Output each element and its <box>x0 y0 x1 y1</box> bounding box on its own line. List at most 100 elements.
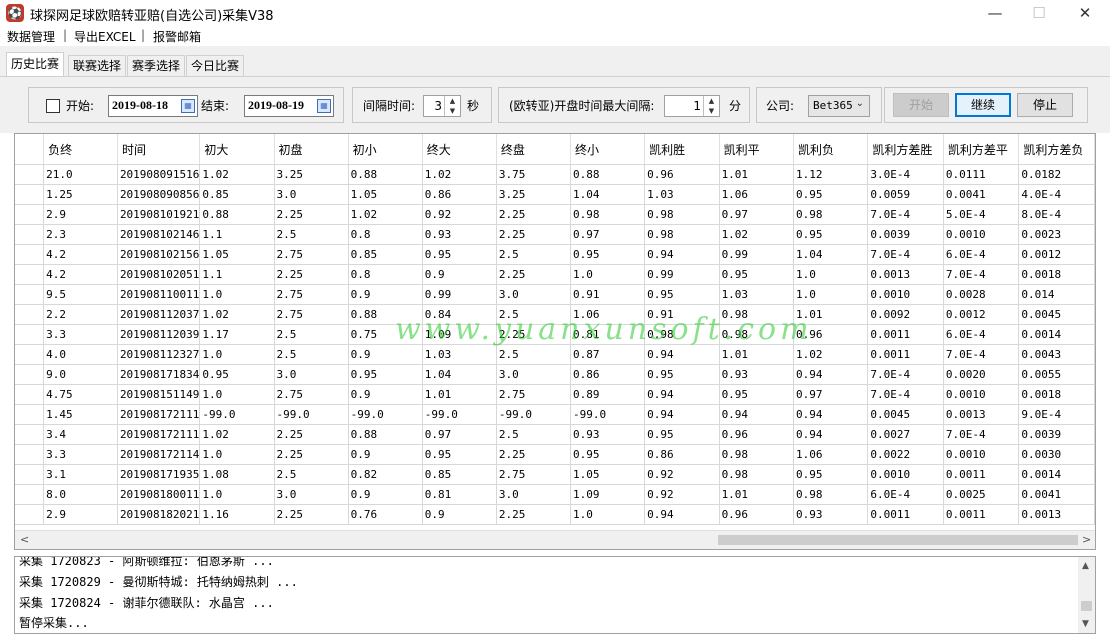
table-cell[interactable]: 0.9 <box>348 284 423 305</box>
table-row[interactable]: 21.0 201908091516 1.02 3.25 0.88 1.02 3.75 0.88… <box>15 164 1095 185</box>
table-cell[interactable]: 2.25 <box>496 264 572 285</box>
row-header[interactable] <box>15 224 45 245</box>
table-cell[interactable]: 1.17 <box>199 324 275 345</box>
table-cell[interactable]: 0.0059 <box>867 184 944 205</box>
table-cell[interactable]: 201908172111 <box>117 424 201 445</box>
column-header[interactable]: 时间 <box>117 134 201 165</box>
table-cell[interactable]: 0.82 <box>348 464 423 485</box>
column-header[interactable]: 初盘 <box>274 134 349 165</box>
log-panel[interactable]: 采集 1720823 - 阿斯顿维拉: 伯恩茅斯 ... 采集 1720829 … <box>14 556 1096 634</box>
tab-history-matches[interactable]: 历史比赛 <box>6 52 65 76</box>
table-cell[interactable]: 3.0 <box>496 484 572 505</box>
table-cell[interactable]: 1.09 <box>422 324 497 345</box>
table-cell[interactable]: 201908102146 <box>117 224 201 245</box>
company-select[interactable]: Bet365 ⌄ <box>808 95 870 117</box>
table-cell[interactable]: 1.02 <box>348 204 423 225</box>
row-header[interactable] <box>15 464 45 485</box>
interval-spinner[interactable]: 3 ▲ ▼ <box>423 95 461 117</box>
table-cell[interactable]: 1.0 <box>570 504 646 525</box>
table-row[interactable]: 3.4 201908172111 1.02 2.25 0.88 0.97 2.5 0.93 0.… <box>15 424 1095 445</box>
table-cell[interactable]: 0.86 <box>644 444 720 465</box>
row-header[interactable] <box>15 264 45 285</box>
table-cell[interactable]: 1.0 <box>793 284 869 305</box>
table-cell[interactable]: 8.0E-4 <box>1018 204 1095 225</box>
table-cell[interactable]: 0.98 <box>793 484 869 505</box>
table-cell[interactable]: 0.0011 <box>943 464 1020 485</box>
table-cell[interactable]: 3.0 <box>274 364 349 385</box>
table-cell[interactable]: 0.0041 <box>1018 484 1095 505</box>
maximize-button[interactable]: ☐ <box>1016 0 1062 26</box>
table-cell[interactable]: 0.0010 <box>943 224 1020 245</box>
table-cell[interactable]: 0.98 <box>570 204 646 225</box>
table-cell[interactable]: 1.04 <box>570 184 646 205</box>
table-cell[interactable]: 0.0014 <box>1018 324 1095 345</box>
table-cell[interactable]: 0.81 <box>422 484 497 505</box>
table-cell[interactable]: 0.91 <box>644 304 720 325</box>
table-cell[interactable]: 201908180011 <box>117 484 201 505</box>
table-cell[interactable]: 1.02 <box>199 424 275 445</box>
table-cell[interactable]: 0.76 <box>348 504 423 525</box>
table-cell[interactable]: 1.45 <box>43 404 118 425</box>
table-cell[interactable]: 0.95 <box>793 464 869 485</box>
table-cell[interactable]: 7.0E-4 <box>867 384 944 405</box>
table-cell[interactable]: 1.05 <box>348 184 423 205</box>
table-cell[interactable]: 2.75 <box>274 304 349 325</box>
table-cell[interactable]: 3.0 <box>274 484 349 505</box>
table-cell[interactable]: 3.0 <box>496 284 572 305</box>
table-cell[interactable]: 201908091516 <box>117 164 201 185</box>
table-cell[interactable]: 201908101921 <box>117 204 201 225</box>
table-cell[interactable]: 4.75 <box>43 384 118 405</box>
column-header[interactable]: 凯利负 <box>793 134 869 165</box>
table-cell[interactable]: 1.25 <box>43 184 118 205</box>
table-cell[interactable]: 0.91 <box>570 284 646 305</box>
table-cell[interactable]: -99.0 <box>570 404 646 425</box>
table-cell[interactable]: 1.02 <box>422 164 497 185</box>
horizontal-scrollbar[interactable]: < > <box>15 530 1095 549</box>
table-cell[interactable]: 2.75 <box>496 464 572 485</box>
table-cell[interactable]: 0.85 <box>348 244 423 265</box>
table-cell[interactable]: 0.9 <box>348 444 423 465</box>
table-cell[interactable]: 3.3 <box>43 444 118 465</box>
table-cell[interactable]: 0.0010 <box>867 284 944 305</box>
stop-button[interactable]: 停止 <box>1017 93 1073 117</box>
table-cell[interactable]: 2.5 <box>274 464 349 485</box>
table-cell[interactable]: 0.86 <box>570 364 646 385</box>
row-header[interactable] <box>15 504 45 525</box>
table-row[interactable]: 9.5 201908110011 1.0 2.75 0.9 0.99 3.0 0.91 0.95… <box>15 284 1095 305</box>
table-cell[interactable]: 0.89 <box>570 384 646 405</box>
table-cell[interactable]: 1.05 <box>199 244 275 265</box>
table-cell[interactable]: 0.0027 <box>867 424 944 445</box>
table-cell[interactable]: 0.0018 <box>1018 384 1095 405</box>
table-cell[interactable]: 4.0E-4 <box>1018 184 1095 205</box>
table-cell[interactable]: 0.0013 <box>943 404 1020 425</box>
row-header[interactable] <box>15 284 45 305</box>
menu-data-management[interactable]: 数据管理 <box>7 28 55 45</box>
row-header[interactable] <box>15 484 45 505</box>
table-cell[interactable]: 1.01 <box>719 344 794 365</box>
close-button[interactable]: ✕ <box>1062 0 1108 26</box>
table-cell[interactable]: 1.1 <box>199 264 275 285</box>
table-cell[interactable]: 1.01 <box>793 304 869 325</box>
table-cell[interactable]: 0.0010 <box>943 384 1020 405</box>
table-cell[interactable]: 2.2 <box>43 304 118 325</box>
table-cell[interactable]: 3.3 <box>43 324 118 345</box>
table-cell[interactable]: 0.8 <box>348 264 423 285</box>
table-cell[interactable]: 0.0020 <box>943 364 1020 385</box>
table-cell[interactable]: 0.94 <box>644 384 720 405</box>
table-cell[interactable]: 2.5 <box>496 244 572 265</box>
table-cell[interactable]: 2.9 <box>43 204 118 225</box>
table-cell[interactable]: 2.5 <box>496 344 572 365</box>
table-row[interactable]: 1.45 201908172111 -99.0 -99.0 -99.0 -99.0 -99.… <box>15 404 1095 425</box>
row-header[interactable] <box>15 304 45 325</box>
table-row[interactable]: 4.75 201908151149 1.0 2.75 0.9 1.01 2.75 0.89 0.… <box>15 384 1095 405</box>
table-cell[interactable]: 0.0013 <box>1018 504 1095 525</box>
table-cell[interactable]: 0.0012 <box>943 304 1020 325</box>
row-header[interactable] <box>15 444 45 465</box>
start-checkbox[interactable] <box>46 99 60 113</box>
table-cell[interactable]: 1.05 <box>570 464 646 485</box>
table-cell[interactable]: 0.9 <box>348 384 423 405</box>
table-cell[interactable]: 2.25 <box>496 204 572 225</box>
table-cell[interactable]: 1.06 <box>793 444 869 465</box>
table-cell[interactable]: 2.5 <box>274 324 349 345</box>
table-cell[interactable]: 0.95 <box>644 424 720 445</box>
